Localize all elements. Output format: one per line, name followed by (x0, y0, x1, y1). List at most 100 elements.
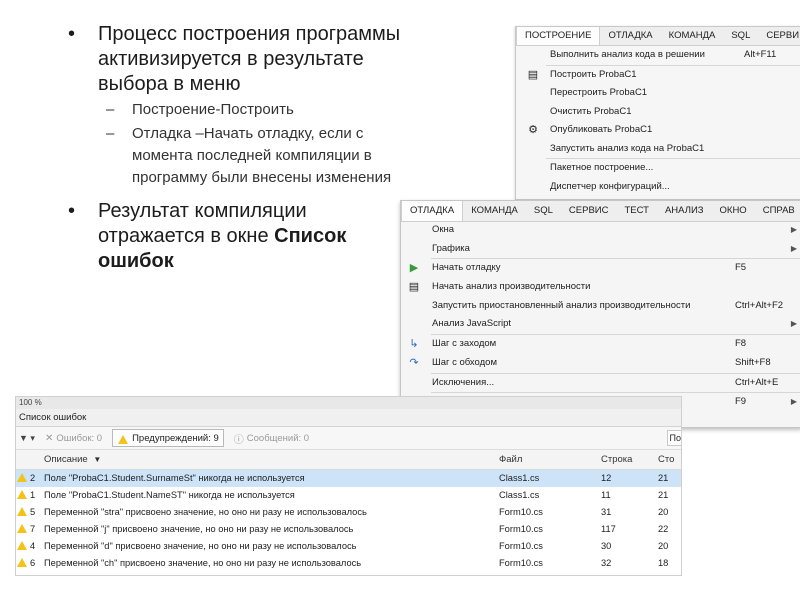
warning-icon (17, 507, 27, 516)
menu-help[interactable]: СПРАВ (755, 201, 800, 221)
error-filter-bar: ▼ ▾ ✕ Ошибок: 0 Предупреждений: 9 ⓘ Сооб… (16, 427, 681, 450)
table-row[interactable]: 4 Переменной "d" присвоено значение, но … (16, 538, 681, 555)
menu-item-graphics[interactable]: Графика ▶ (401, 240, 800, 259)
menu-team[interactable]: КОМАНДА (463, 201, 526, 221)
menu-item-start-debugging[interactable]: ▶ Начать отладку F5 (401, 259, 800, 278)
menu-item-resume-performance[interactable]: Запустить приостановленный анализ произв… (401, 297, 800, 316)
menu-item-label: Шаг с заходом (432, 338, 497, 350)
build-icon: ▤ (527, 68, 539, 81)
menu-item-shortcut: Ctrl+Alt+E (735, 376, 779, 388)
column-col[interactable]: Сто (658, 450, 681, 469)
menu-item-step-over[interactable]: ↷ Шаг с обходом Shift+F8 (401, 354, 800, 373)
bullet-build-process: • Процесс построения программы активизир… (60, 22, 410, 97)
menu-item-label: Перестроить ProbaC1 (550, 87, 648, 98)
menu-item-label: Очистить ProbaC1 (550, 105, 632, 117)
warning-icon (17, 473, 27, 482)
menu-item-rebuild[interactable]: Перестроить ProbaC1 (516, 84, 800, 103)
table-row[interactable]: 5 Переменной "stra" присвоено значение, … (16, 504, 681, 521)
row-file: Form10.cs (499, 558, 543, 568)
performance-icon: ▤ (408, 281, 420, 294)
menu-item-publish[interactable]: ⚙ Опубликовать ProbaC1 (516, 121, 800, 140)
submenu-arrow-icon: ▶ (790, 243, 797, 253)
menu-test[interactable]: ТЕСТ (616, 201, 657, 221)
warnings-filter-button[interactable]: Предупреждений: 9 (112, 429, 224, 447)
slide-text: • Процесс построения программы активизир… (60, 22, 410, 274)
row-line: 117 (601, 524, 616, 534)
menu-service[interactable]: СЕРВИС (561, 201, 617, 221)
zoom-level[interactable]: 100 % (16, 397, 681, 409)
menu-service[interactable]: СЕРВИ (758, 27, 800, 45)
menu-item-javascript-analysis[interactable]: Анализ JavaScript ▶ (401, 315, 800, 334)
menu-debug[interactable]: ОТЛАДКА (401, 201, 464, 221)
menu-item-label: Запустить приостановленный анализ произв… (432, 299, 691, 311)
menu-window[interactable]: ОКНО (712, 201, 755, 221)
menu-item-step-into[interactable]: ↳ Шаг с заходом F8 (401, 335, 800, 354)
menu-item-config-manager[interactable]: Диспетчер конфигураций... (516, 178, 800, 197)
menu-item-windows[interactable]: Окна ▶ (401, 221, 800, 240)
row-description: Переменной "j" присвоено значение, но он… (44, 524, 354, 534)
play-icon: ▶ (409, 262, 419, 275)
menu-item-run-code-analysis[interactable]: Выполнить анализ кода в решении Alt+F11 (516, 46, 800, 65)
row-description: Переменной "d" присвоено значение, но он… (44, 541, 357, 551)
errors-filter-button[interactable]: ✕ Ошибок: 0 (41, 430, 106, 446)
warning-icon (17, 558, 27, 567)
row-line: 12 (601, 473, 612, 483)
warning-icon (17, 524, 27, 533)
submenu-arrow-icon: ▶ (790, 225, 797, 234)
menu-item-exceptions[interactable]: Исключения... Ctrl+Alt+E (401, 374, 800, 393)
menu-item-label: Пакетное построение... (550, 162, 654, 173)
menu-item-build[interactable]: ▤ Построить ProbaC1 (516, 66, 800, 85)
submenu-arrow-icon: ▶ (790, 319, 797, 329)
menu-item-label: Диспетчер конфигураций... (550, 180, 670, 192)
panel-title: Список ошибок (16, 409, 681, 427)
menu-build[interactable]: ПОСТРОЕНИЕ (516, 27, 601, 45)
menu-sql[interactable]: SQL (723, 27, 758, 45)
menu-item-shortcut: Ctrl+Alt+F2 (735, 299, 784, 311)
row-description: Поле "ProbaC1.Student.NameST" никогда не… (44, 490, 295, 500)
menu-bar: ОТЛАДКА КОМАНДА SQL СЕРВИС ТЕСТ АНАЛИЗ О… (401, 201, 800, 222)
sort-arrow-icon: ▼ (93, 455, 102, 464)
menu-debug[interactable]: ОТЛАДКА (600, 27, 660, 45)
row-col: 21 (658, 473, 669, 483)
column-file[interactable]: Файл (499, 450, 601, 469)
row-description: Переменной "ch" присвоено значение, но о… (44, 558, 362, 568)
errors-filter-label: Ошибок: 0 (56, 432, 103, 444)
row-file: Class1.cs (499, 473, 540, 483)
publish-icon: ⚙ (528, 124, 538, 136)
menu-analyze[interactable]: АНАЛИЗ (657, 201, 712, 221)
table-row[interactable]: 6 Переменной "ch" присвоено значение, но… (16, 555, 681, 572)
menu-item-label: Опубликовать ProbaC1 (550, 124, 653, 135)
menu-item-clean[interactable]: Очистить ProbaC1 (516, 103, 800, 122)
info-icon: ⓘ (233, 434, 244, 446)
menu-team[interactable]: КОМАНДА (661, 27, 724, 45)
menu-sql[interactable]: SQL (526, 201, 561, 221)
warnings-filter-label: Предупреждений: 9 (132, 432, 219, 444)
warning-icon (17, 541, 27, 550)
row-col: 22 (658, 524, 669, 534)
table-row[interactable]: 2 Поле "ProbaC1.Student.SurnameSt" никог… (16, 470, 681, 487)
column-line[interactable]: Строка (601, 450, 658, 469)
menu-item-batch-build[interactable]: Пакетное построение... (516, 159, 800, 178)
menu-item-shortcut: F8 (735, 338, 747, 350)
menu-item-shortcut: F9 (735, 396, 747, 408)
row-col: 20 (658, 541, 669, 551)
menu-item-label: Начать анализ производительности (432, 281, 591, 293)
sub-bullet-text: Отладка –Начать отладку, если с момента … (132, 125, 392, 186)
messages-filter-button[interactable]: ⓘ Сообщений: 0 (230, 430, 313, 446)
column-description[interactable]: Описание ▼ (44, 450, 499, 469)
bullet-compile-result: • Результат компиляции отражается в окне… (60, 199, 398, 274)
menu-item-label: Графика (432, 242, 470, 254)
filter-icon[interactable]: ▼ ▾ (19, 433, 35, 444)
bullet-glyph: • (68, 23, 76, 45)
table-row[interactable]: 1 Поле "ProbaC1.Student.NameST" никогда … (16, 487, 681, 504)
bullet-glyph: • (68, 200, 76, 222)
menu-item-code-analysis[interactable]: Запустить анализ кода на ProbaC1 (516, 140, 800, 159)
warning-icon (17, 490, 27, 499)
menu-item-performance-analysis[interactable]: ▤ Начать анализ производительности (401, 278, 800, 297)
search-input[interactable]: По (666, 430, 681, 446)
warning-icon (118, 434, 129, 444)
row-description: Переменной "stra" присвоено значение, но… (44, 507, 367, 517)
table-row[interactable]: 7 Переменной "j" присвоено значение, но … (16, 521, 681, 538)
sub-bullet-build: – Построение-Построить (60, 99, 410, 121)
menu-item-label: Окна (432, 224, 455, 235)
